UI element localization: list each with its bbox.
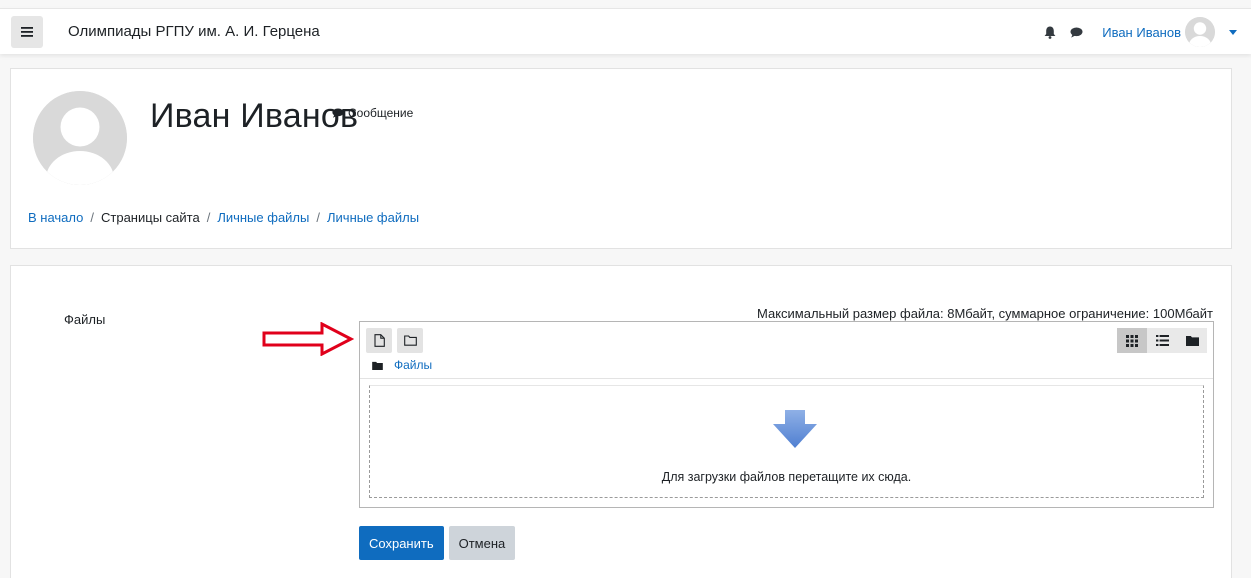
- chevron-down-icon[interactable]: [1229, 29, 1237, 35]
- file-drop-zone[interactable]: Для загрузки файлов перетащите их сюда.: [369, 385, 1204, 498]
- breadcrumb-private-files-current[interactable]: Личные файлы: [327, 210, 419, 225]
- page-title: Иван Иванов: [150, 97, 359, 135]
- breadcrumb-home[interactable]: В начало: [28, 210, 83, 225]
- folder-outline-icon: [403, 335, 417, 346]
- view-mode-switcher: [1117, 328, 1207, 353]
- file-icon: [373, 334, 385, 347]
- folder-icon: [1185, 336, 1199, 346]
- breadcrumb-separator: /: [90, 210, 94, 225]
- menu-toggle-button[interactable]: [11, 16, 43, 48]
- arrow-down-icon: [773, 410, 817, 448]
- user-silhouette-icon: [1185, 17, 1215, 47]
- breadcrumb-site-pages: Страницы сайта: [101, 210, 200, 225]
- page-header-card: Иван Иванов Сообщение В начало / Страниц…: [10, 68, 1232, 249]
- hamburger-icon: [21, 27, 33, 37]
- max-size-note: Максимальный размер файла: 8Мбайт, сумма…: [757, 306, 1213, 321]
- path-root-link[interactable]: Файлы: [394, 358, 432, 372]
- notifications-button[interactable]: [1040, 22, 1060, 42]
- toolbar-divider: [360, 378, 1213, 379]
- create-folder-button[interactable]: [397, 328, 423, 353]
- bell-icon: [1044, 26, 1056, 39]
- site-title[interactable]: Олимпиады РГПУ им. А. И. Герцена: [68, 23, 320, 40]
- drop-instructions: Для загрузки файлов перетащите их сюда.: [661, 470, 912, 484]
- breadcrumb-separator: /: [316, 210, 320, 225]
- view-tree-button[interactable]: [1177, 328, 1207, 353]
- user-silhouette-icon: [33, 91, 127, 185]
- speech-bubble-icon: [332, 108, 344, 118]
- file-manager: Файлы Для загрузки файлов перетащите их …: [359, 321, 1214, 508]
- files-field-label: Файлы: [64, 312, 106, 327]
- form-actions: Сохранить Отмена: [359, 526, 516, 560]
- cancel-button[interactable]: Отмена: [448, 526, 516, 560]
- send-message-link[interactable]: Сообщение: [332, 106, 413, 120]
- grid-icon: [1126, 334, 1138, 347]
- send-message-label: Сообщение: [348, 106, 414, 120]
- annotation-arrow-icon: [262, 322, 354, 356]
- user-name-link[interactable]: Иван Иванов: [1102, 25, 1181, 40]
- breadcrumb-separator: /: [206, 210, 211, 225]
- view-icons-button[interactable]: [1117, 328, 1147, 353]
- list-icon: [1155, 335, 1169, 346]
- folder-icon: [372, 361, 383, 370]
- profile-avatar: [33, 91, 127, 185]
- messages-button[interactable]: [1066, 22, 1086, 42]
- speech-bubble-icon: [1070, 27, 1083, 38]
- breadcrumb-private-files[interactable]: Личные файлы: [217, 210, 309, 225]
- view-list-button[interactable]: [1147, 328, 1177, 353]
- files-form-card: Файлы Максимальный размер файла: 8Мбайт,…: [10, 265, 1232, 578]
- file-manager-toolbar: Файлы: [360, 322, 1213, 378]
- current-path: Файлы: [372, 358, 432, 372]
- top-navbar: Олимпиады РГПУ им. А. И. Герцена Иван Ив…: [0, 8, 1251, 54]
- breadcrumb: В начало / Страницы сайта / Личные файлы…: [28, 210, 419, 225]
- save-button[interactable]: Сохранить: [359, 526, 444, 560]
- user-avatar[interactable]: [1185, 17, 1215, 47]
- user-menu-area: Иван Иванов: [1040, 17, 1237, 47]
- add-file-button[interactable]: [366, 328, 392, 353]
